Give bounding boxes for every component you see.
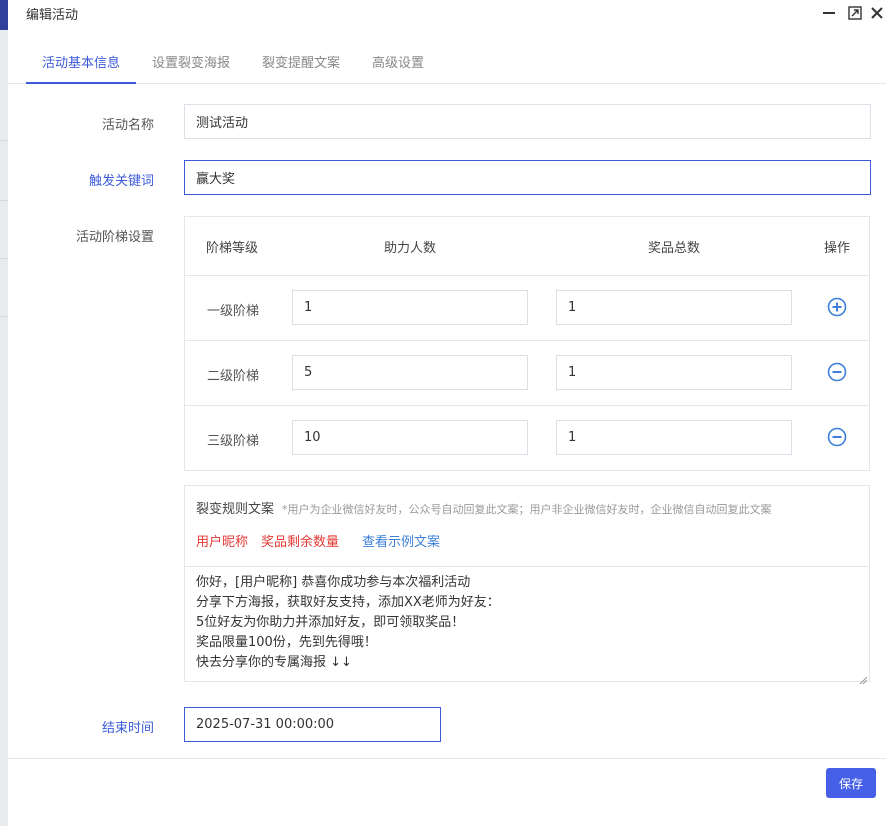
tier-level-2: 二级阶梯 — [207, 369, 260, 384]
background-divider — [0, 200, 8, 201]
rule-text-hint: *用户为企业微信好友时，公众号自动回复此文案；用户非企业微信好友时，企业微信自动… — [282, 503, 772, 516]
dialog-titlebar: 编辑活动 — [8, 0, 886, 26]
maximize-icon[interactable] — [846, 4, 864, 22]
activity-name-label: 活动名称 — [101, 118, 154, 133]
insert-nickname-tag[interactable]: 用户昵称 — [196, 531, 248, 550]
tier-1-prizes-value: 1 — [568, 300, 577, 315]
minus-circle-icon[interactable] — [827, 362, 847, 382]
activity-name-value: 测试活动 — [196, 116, 249, 131]
tier-settings-label: 活动阶梯设置 — [75, 230, 154, 245]
tier-header-action: 操作 — [824, 241, 851, 256]
rule-text-textarea[interactable]: 你好，[用户昵称] 恭喜你成功参与本次福利活动 分享下方海报，获取好友支持，添加… — [185, 566, 869, 685]
resize-handle-icon[interactable] — [859, 671, 868, 685]
background-header-accent — [0, 0, 8, 30]
rule-text-line: 快去分享你的专属海报 ↓↓ — [196, 655, 352, 670]
tier-1-helpers-input[interactable]: 1 — [292, 290, 528, 325]
tab-fission-reminder[interactable]: 裂变提醒文案 — [246, 52, 356, 84]
fission-rule-text-box: 裂变规则文案 *用户为企业微信好友时，公众号自动回复此文案；用户非企业微信好友时，… — [184, 485, 870, 685]
tier-3-prizes-input[interactable]: 1 — [556, 420, 792, 455]
end-time-value: 2025-07-31 00:00:00 — [196, 717, 335, 732]
minimize-icon[interactable] — [820, 4, 838, 22]
rule-text-line: 5位好友为你助力并添加好友，即可领取奖品！ — [196, 615, 465, 630]
save-button[interactable]: 保存 — [826, 768, 876, 798]
tier-table: 阶梯等级 助力人数 奖品总数 操作 一级阶梯 1 1 二级阶梯 5 1 三级阶梯… — [184, 216, 870, 471]
tier-3-helpers-value: 10 — [304, 430, 321, 445]
background-divider — [0, 316, 8, 317]
trigger-keyword-input[interactable]: 赢大奖 — [184, 160, 871, 195]
footer-divider — [8, 758, 886, 759]
table-row-divider — [185, 340, 869, 341]
tier-3-helpers-input[interactable]: 10 — [292, 420, 528, 455]
rule-text-line: 你好，[用户昵称] 恭喜你成功参与本次福利活动 — [196, 575, 471, 590]
rule-text-line: 奖品限量100份，先到先得哦！ — [196, 635, 377, 650]
tier-level-1: 一级阶梯 — [207, 304, 260, 319]
tab-basic-info[interactable]: 活动基本信息 — [26, 52, 137, 84]
background-page-edge — [0, 0, 8, 826]
close-icon[interactable] — [868, 4, 886, 22]
tier-header-level: 阶梯等级 — [206, 241, 259, 256]
rule-text-line: 分享下方海报，获取好友支持，添加XX老师为好友： — [196, 595, 500, 610]
trigger-keyword-label: 触发关键词 — [88, 174, 154, 189]
activity-name-input[interactable]: 测试活动 — [184, 104, 871, 139]
tier-2-prizes-input[interactable]: 1 — [556, 355, 792, 390]
insert-remaining-prizes-tag[interactable]: 奖品剩余数量 — [261, 531, 339, 550]
tier-2-helpers-input[interactable]: 5 — [292, 355, 528, 390]
edit-activity-dialog: 编辑活动 活动基本信息 设置裂变海报 裂变提醒文案 高级设置 活动名称 测试活动… — [8, 0, 886, 826]
tab-advanced-settings[interactable]: 高级设置 — [356, 52, 440, 84]
dialog-title: 编辑活动 — [26, 8, 79, 23]
rule-text-title: 裂变规则文案 — [196, 502, 275, 517]
plus-circle-icon[interactable] — [827, 297, 847, 317]
tier-1-prizes-input[interactable]: 1 — [556, 290, 792, 325]
rule-text-header: 裂变规则文案 *用户为企业微信好友时，公众号自动回复此文案；用户非企业微信好友时，… — [196, 498, 772, 517]
table-row-divider — [185, 405, 869, 406]
tier-header-prizes: 奖品总数 — [648, 241, 701, 256]
view-example-link[interactable]: 查看示例文案 — [362, 531, 440, 550]
tier-1-helpers-value: 1 — [304, 300, 313, 315]
background-divider — [0, 140, 8, 141]
tab-fission-poster[interactable]: 设置裂变海报 — [136, 52, 246, 84]
end-time-label: 结束时间 — [101, 721, 154, 736]
trigger-keyword-value: 赢大奖 — [196, 172, 236, 187]
background-divider — [0, 258, 8, 259]
tier-level-3: 三级阶梯 — [207, 434, 260, 449]
tier-header-helpers: 助力人数 — [384, 241, 437, 256]
end-time-input[interactable]: 2025-07-31 00:00:00 — [184, 707, 441, 742]
tier-2-prizes-value: 1 — [568, 365, 577, 380]
minus-circle-icon[interactable] — [827, 427, 847, 447]
tier-3-prizes-value: 1 — [568, 430, 577, 445]
table-row-divider — [185, 275, 869, 276]
tier-2-helpers-value: 5 — [304, 365, 313, 380]
tab-bar: 活动基本信息 设置裂变海报 裂变提醒文案 高级设置 — [8, 44, 886, 84]
